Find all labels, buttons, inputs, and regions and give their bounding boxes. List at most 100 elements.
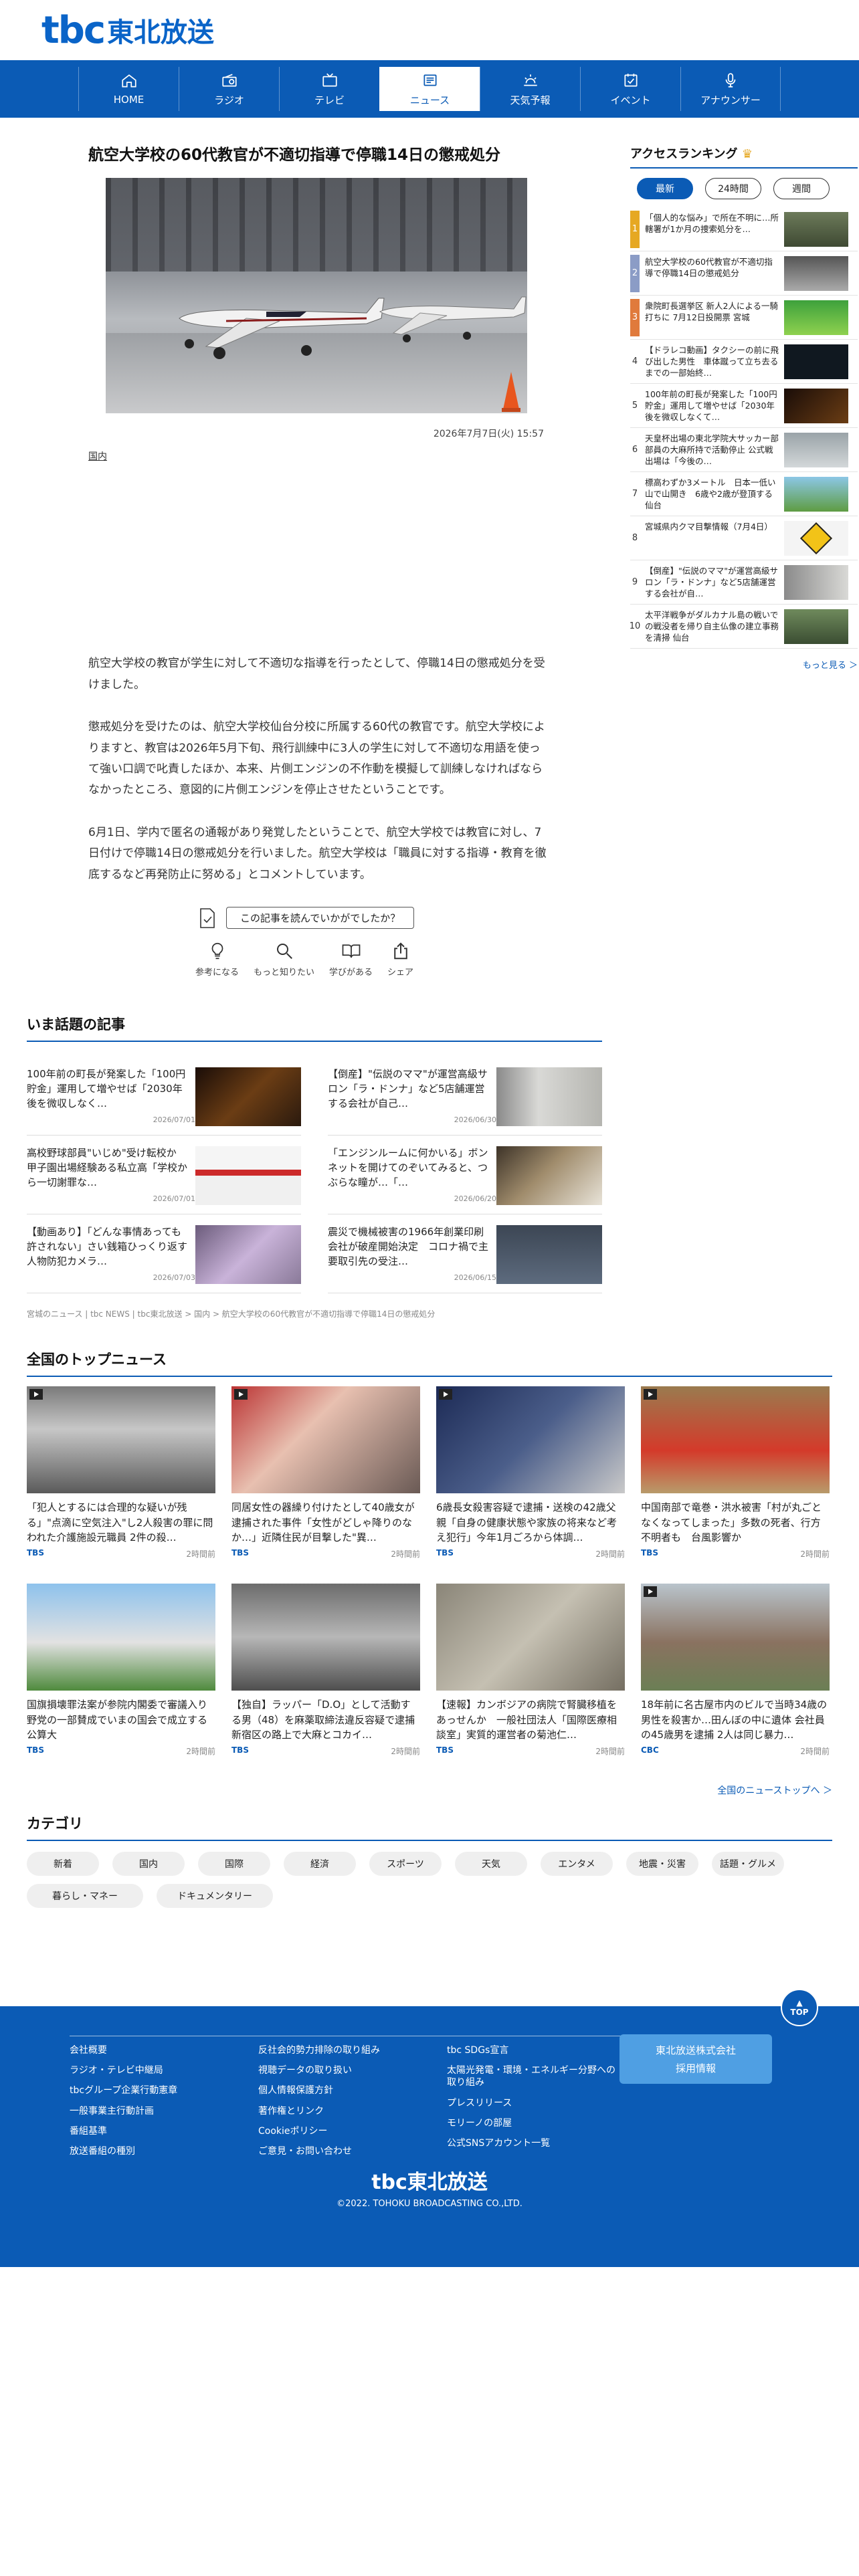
footer-link[interactable]: 番組基準 — [70, 2125, 258, 2137]
footer-link[interactable]: 一般事業主行動計画 — [70, 2105, 258, 2117]
news-card[interactable]: 18年前に名古屋市内のビルで当時34歳の男性を殺害か…田んぼの中に遺体 会社員の… — [641, 1584, 830, 1757]
footer-link[interactable]: プレスリリース — [447, 2097, 622, 2109]
ranking-text: 「個人的な悩み」で所在不明に…所轄署が1か月の捜索処分を… — [645, 212, 779, 234]
ranking-text: 衆院町長選挙区 新人2人による一騎打ちに 7月12日投開票 宮城 — [645, 300, 779, 322]
footer-link[interactable]: 視聴データの取り扱い — [258, 2064, 447, 2076]
nav-home[interactable]: HOME — [78, 67, 179, 111]
footer-link[interactable]: 著作権とリンク — [258, 2105, 447, 2117]
footer-link[interactable]: tbc SDGs宣言 — [447, 2044, 622, 2056]
footer-link[interactable]: 個人情報保護方針 — [258, 2084, 447, 2097]
footer-link[interactable]: 反社会的勢力排除の取り組み — [258, 2044, 447, 2056]
ranking-item[interactable]: 6 天皇杯出場の東北学院大サッカー部 部員の大麻所持で活動停止 公式戦出場は「今後… — [630, 428, 858, 472]
hot-item-text: 【倒産】"伝説のママ"が運営高級サロン「ラ・ドンナ」など5店舗運営する会社が自己… — [328, 1068, 488, 1109]
news-time: 2時間前 — [186, 1549, 215, 1560]
footer-link[interactable]: Cookieポリシー — [258, 2125, 447, 2137]
play-icon — [29, 1389, 43, 1400]
news-card[interactable]: 国旗損壊罪法案が参院内閣委で審議入り 野党の一部賛成でいまの国会で成立する公算大… — [27, 1584, 215, 1757]
top-label: TOP — [790, 2008, 809, 2017]
footer-logo[interactable]: tbc東北放送 — [0, 2165, 859, 2195]
list-item[interactable]: 【動画あり】「どんな事情あっても許されない」さい銭箱ひっくり返す人物防犯カメラ…… — [27, 1214, 301, 1294]
back-to-top-button[interactable]: ▲ TOP — [781, 1989, 818, 2026]
site-logo[interactable]: tbc 東北放送 — [41, 9, 214, 52]
category-item[interactable]: エンタメ — [541, 1852, 613, 1876]
ranking-item[interactable]: 4 【ドラレコ動画】タクシーの前に飛び出した男性 車体蹴って立ち去るまでの一部始終… — [630, 340, 858, 384]
category-item[interactable]: 経済 — [284, 1852, 356, 1876]
tab-latest[interactable]: 最新 — [637, 178, 693, 199]
footer-link[interactable]: 公式SNSアカウント一覧 — [447, 2137, 622, 2149]
hot-articles: いま話題の記事 100年前の町長が発案した「100円貯金」運用して増やせば「20… — [27, 1014, 602, 1319]
footer-link[interactable]: ご意見・お問い合わせ — [258, 2145, 447, 2157]
ranking-item[interactable]: 1 「個人的な悩み」で所在不明に…所轄署が1か月の捜索処分を… — [630, 207, 858, 251]
breadcrumb[interactable]: 宮城のニュース | tbc NEWS | tbc東北放送 > 国内 > 航空大学… — [27, 1308, 602, 1319]
rank-number: 5 — [632, 401, 638, 411]
category-item[interactable]: 国際 — [198, 1852, 270, 1876]
category-item[interactable]: ドキュメンタリー — [157, 1884, 273, 1909]
ranking-more-link[interactable]: もっと見る ＞ — [630, 658, 858, 671]
reaction-learn[interactable]: 学びがある — [329, 941, 373, 978]
footer-link[interactable]: 放送番組の種別 — [70, 2145, 258, 2157]
hot-item-text: 100年前の町長が発案した「100円貯金」運用して増やせば「2030年後を微収し… — [27, 1068, 186, 1109]
news-time: 2時間前 — [186, 1747, 215, 1757]
category-item[interactable]: 新着 — [27, 1852, 99, 1876]
footer-link[interactable]: tbcグループ企業行動憲章 — [70, 2084, 258, 2097]
top-news: 全国のトップニュース 「犯人とするには合理的な疑いが残る」"点滴に空気注入"し2… — [27, 1349, 832, 1797]
ranking-item[interactable]: 3 衆院町長選挙区 新人2人による一騎打ちに 7月12日投開票 宮城 — [630, 296, 858, 340]
reaction-helpful[interactable]: 参考になる — [195, 941, 239, 978]
footer-link[interactable]: モリーノの部屋 — [447, 2117, 622, 2129]
news-card[interactable]: 6歳長女殺害容疑で逮捕・送検の42歳父親「自身の健康状態や家族の将来など考え犯行… — [436, 1386, 625, 1560]
reaction-know-more[interactable]: もっと知りたい — [254, 941, 314, 978]
hot-item-date: 2026/07/03 — [153, 1273, 195, 1283]
category-item[interactable]: 地震・災害 — [626, 1852, 698, 1876]
lightbulb-icon — [211, 942, 223, 960]
nav-news[interactable]: ニュース — [379, 67, 480, 111]
category-item[interactable]: 天気 — [455, 1852, 527, 1876]
ranking-item[interactable]: 2 航空大学校の60代教官が不適切指導で停職14日の懲戒処分 — [630, 251, 858, 296]
ranking-item[interactable]: 9 【倒産】"伝説のママ"が運営高級サロン「ラ・ドンナ」など5店舗運営する会社が自… — [630, 560, 858, 605]
news-card[interactable]: 中国南部で竜巻・洪水被害「村が丸ごとなくなってしまった」多数の死者、行方不明者も… — [641, 1386, 830, 1560]
ranking-item[interactable]: 7 標高わずか3メートル 日本一低い山で山開き 6歳や2歳が登頂する仙台 — [630, 472, 858, 516]
list-item[interactable]: 【倒産】"伝説のママ"が運営高級サロン「ラ・ドンナ」など5店舗運営する会社が自己… — [328, 1057, 602, 1136]
recruit-button[interactable]: 東北放送株式会社 採用情報 — [619, 2034, 772, 2084]
article-tag[interactable]: 国内 — [88, 449, 602, 463]
footer: ▲ TOP 会社概要 ラジオ・テレビ中継局 tbcグループ企業行動憲章 一般事業… — [0, 1989, 859, 2267]
news-card[interactable]: 同居女性の器繰り付けたとして40歳女が逮捕された事件「女性がどしゃ降りのなか…」… — [231, 1386, 420, 1560]
top-news-more-link[interactable]: 全国のニューストップへ ＞ — [27, 1784, 832, 1797]
nav-radio[interactable]: ラジオ — [179, 67, 279, 111]
news-source: TBS — [436, 1548, 454, 1558]
nav-announcer[interactable]: アナウンサー — [680, 67, 781, 111]
footer-col-1: 会社概要 ラジオ・テレビ中継局 tbcグループ企業行動憲章 一般事業主行動計画 … — [70, 2036, 258, 2165]
list-item[interactable]: 高校野球部員"いじめ"受け転校か 甲子園出場経験ある私立高「学校から一切謝罪な…… — [27, 1136, 301, 1215]
tab-24h[interactable]: 24時間 — [705, 178, 761, 199]
nav-event[interactable]: イベント — [580, 67, 680, 111]
rank-number: 9 — [632, 577, 638, 587]
nav-weather[interactable]: 天気予報 — [480, 67, 580, 111]
airplane-image — [179, 298, 385, 360]
ranking-item[interactable]: 5 100年前の町長が発案した「100円貯金」運用して増やせば「2030年後を微収… — [630, 384, 858, 428]
category-item[interactable]: 話題・グルメ — [712, 1852, 784, 1876]
article-photo — [106, 178, 527, 414]
list-item[interactable]: 100年前の町長が発案した「100円貯金」運用して増やせば「2030年後を微収し… — [27, 1057, 301, 1136]
category-item[interactable]: 暮らし・マネー — [27, 1884, 143, 1909]
news-source: CBC — [641, 1745, 659, 1755]
reaction-label: もっと知りたい — [254, 968, 315, 978]
article-body: 航空大学校の教官が学生に対して不適切な指導を行ったとして、停職14日の懲戒処分を… — [88, 653, 550, 885]
ranking-item[interactable]: 8 宮城県内クマ目撃情報（7月4日） — [630, 516, 858, 560]
reaction-share[interactable]: シェア — [387, 941, 413, 978]
footer-link[interactable]: 会社概要 — [70, 2044, 258, 2056]
list-item[interactable]: 震災で機械被害の1966年創業印刷会社が破産開始決定 コロナ禍で主要取引先の受注… — [328, 1214, 602, 1294]
news-card[interactable]: 【独自】ラッパー「D.O」として活動する男（48）を麻薬取締法違反容疑で逮捕 新… — [231, 1584, 420, 1757]
tab-weekly[interactable]: 週間 — [773, 178, 830, 199]
nav-tv[interactable]: テレビ — [279, 67, 379, 111]
ranking-item[interactable]: 10 太平洋戦争がダルカナル島の戦いでの戦没者を帰り自主仏像の建立事務を清掃 仙台 — [630, 605, 858, 649]
news-card[interactable]: 「犯人とするには合理的な疑いが残る」"点滴に空気注入"し2人殺害の罪に問われた介… — [27, 1386, 215, 1560]
hot-item-date: 2026/07/01 — [153, 1115, 195, 1125]
news-card[interactable]: 【速報】カンボジアの病院で腎臓移植をあっせんか 一般社団法人「国際医療相談室」実… — [436, 1584, 625, 1757]
category-item[interactable]: スポーツ — [369, 1852, 442, 1876]
news-text: 中国南部で竜巻・洪水被害「村が丸ごとなくなってしまった」多数の死者、行方不明者も… — [641, 1501, 822, 1544]
footer-link[interactable]: 太陽光発電・環境・エネルギー分野への取り組み — [447, 2064, 622, 2088]
news-time: 2時間前 — [800, 1747, 830, 1757]
hot-grid: 100年前の町長が発案した「100円貯金」運用して増やせば「2030年後を微収し… — [27, 1057, 602, 1294]
category-item[interactable]: 国内 — [112, 1852, 185, 1876]
footer-link[interactable]: ラジオ・テレビ中継局 — [70, 2064, 258, 2076]
list-item[interactable]: 「エンジンルームに何かいる」ボンネットを開けてのぞいてみると、つぶらな瞳が…「…… — [328, 1136, 602, 1215]
